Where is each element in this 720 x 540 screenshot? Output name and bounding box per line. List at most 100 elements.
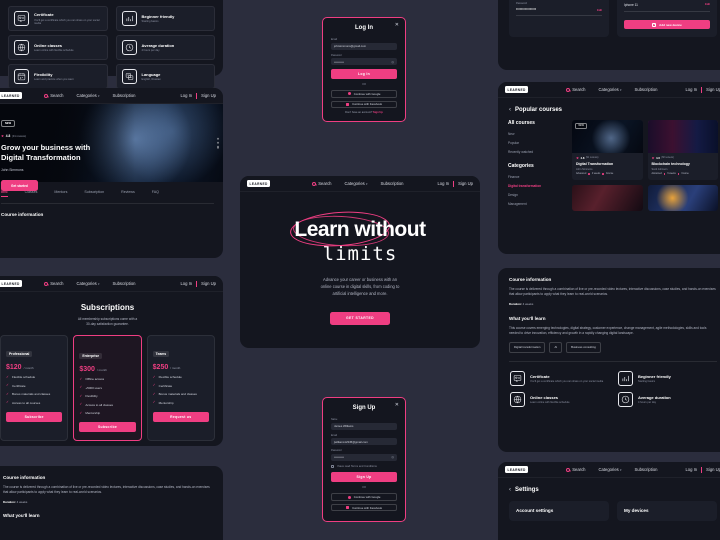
- back-chevron-icon[interactable]: ‹: [509, 487, 511, 493]
- nav-signup[interactable]: Sign Up: [458, 181, 473, 186]
- nav-signup[interactable]: Sign Up: [706, 467, 720, 472]
- check-icon: ✓: [79, 393, 83, 398]
- facebook-login-button[interactable]: Continue with Facebook: [331, 100, 397, 108]
- logo[interactable]: LEARNED: [0, 280, 23, 287]
- nav-search[interactable]: Search: [44, 281, 64, 286]
- feature-card-certificate[interactable]: Certificate You'll get a certificate whi…: [509, 370, 609, 387]
- nav-signup[interactable]: Sign Up: [201, 281, 216, 286]
- navbar: LEARNED Search Categories ▾ Subscription…: [498, 462, 720, 478]
- feature-title: Certificate: [530, 373, 550, 379]
- feature-card-beginner-friendly[interactable]: Beginner friendly Starting basics: [617, 370, 717, 387]
- sidebar-item-design[interactable]: Design: [508, 193, 564, 197]
- sidebar-item-popular[interactable]: Popular: [508, 141, 564, 145]
- tag-ai[interactable]: AI: [549, 341, 563, 353]
- feature-sub: Learn online with flexible schedule: [530, 400, 570, 404]
- nav-links: Search Categories ▾ Subscription: [44, 281, 136, 286]
- carousel-dots[interactable]: [216, 137, 219, 149]
- chevron-down-icon: ▾: [97, 282, 100, 286]
- nav-search[interactable]: Search: [44, 93, 64, 98]
- nav-subscription[interactable]: Subscription: [380, 181, 403, 186]
- course-card[interactable]: NEW 4.8 (91 reviews) Digital Transformat…: [572, 120, 643, 180]
- tag-digital-transformation[interactable]: Digital transformation: [509, 341, 546, 353]
- logo[interactable]: LEARNED: [0, 92, 23, 99]
- nav-subscription[interactable]: Subscription: [634, 87, 657, 92]
- back-chevron-icon[interactable]: ‹: [509, 107, 511, 113]
- terms-row[interactable]: I have read Terms and Conditions: [331, 465, 397, 469]
- logo[interactable]: LEARNED: [505, 86, 529, 93]
- nav-search[interactable]: Search: [566, 467, 586, 472]
- subscriptions-screen: LEARNED Search Categories ▾ Subscription…: [0, 276, 223, 446]
- subscribe-button[interactable]: Subscribe: [79, 422, 136, 433]
- sidebar-item-recently-watched[interactable]: Recently watched: [508, 150, 564, 154]
- sidebar-item-digital-transformation[interactable]: Digital transformation: [508, 184, 564, 188]
- google-login-button[interactable]: Continue with Google: [331, 90, 397, 98]
- plan-card-teams[interactable]: Teams $250/ month ✓ Flexible schedule ✓ Ce…: [146, 334, 215, 442]
- course-card[interactable]: 4.6 (68 reviews) Blockchain technology S…: [647, 120, 718, 180]
- sidebar-item-management[interactable]: Management: [508, 202, 564, 206]
- tag-business-consulting[interactable]: Business consulting: [566, 341, 601, 353]
- course-information-screen-left: Course information The course is deliver…: [0, 466, 223, 540]
- login-submit-button[interactable]: Log In: [331, 69, 397, 79]
- nav-subscription[interactable]: Subscription: [634, 467, 657, 472]
- feature-card-certificate[interactable]: Certificate You'll get a certificate whi…: [8, 6, 108, 31]
- nav-categories[interactable]: Categories ▾: [77, 93, 100, 98]
- edit-password-button[interactable]: Edit: [597, 9, 602, 12]
- course-card[interactable]: [572, 184, 643, 211]
- email-field[interactable]: jwilliams12345@gmail.com: [331, 438, 397, 445]
- password-field[interactable]: •••••••••• ◎: [331, 453, 397, 461]
- signup-submit-button[interactable]: Sign Up: [331, 472, 397, 483]
- feature-card-online-classes[interactable]: Online classes Learn online with flexibl…: [8, 35, 108, 60]
- eye-icon[interactable]: ◎: [391, 60, 394, 64]
- nav-categories[interactable]: Categories ▾: [345, 181, 368, 186]
- nav-subscription[interactable]: Subscription: [112, 93, 135, 98]
- settings-columns: Account settings My devices: [498, 501, 720, 521]
- google-signup-button[interactable]: Continue with Google: [331, 493, 397, 501]
- sidebar-item-finance[interactable]: Finance: [508, 175, 564, 179]
- close-icon[interactable]: ✕: [395, 23, 399, 28]
- nav-search[interactable]: Search: [312, 181, 332, 186]
- nav-search[interactable]: Search: [566, 87, 586, 92]
- password-value: ••••••••••: [334, 59, 344, 64]
- chevron-down-icon: ▾: [365, 182, 368, 186]
- course-card[interactable]: [647, 184, 718, 211]
- eye-icon[interactable]: ◎: [391, 455, 394, 459]
- add-new-device-button[interactable]: + Add new device: [624, 20, 710, 30]
- plan-card-enterprise[interactable]: Enterprise $300/ month ✓ Offline access ✓…: [73, 334, 142, 442]
- feature-sub: English, Russian: [141, 78, 161, 82]
- logo[interactable]: LEARNED: [505, 466, 529, 473]
- terms-checkbox[interactable]: [331, 464, 335, 469]
- nav-categories[interactable]: Categories ▾: [77, 281, 100, 286]
- logo[interactable]: LEARNED: [247, 180, 271, 187]
- email-field[interactable]: johnsimmons@gmail.com: [331, 42, 397, 50]
- edit-device-button[interactable]: Edit: [705, 3, 710, 6]
- password-field[interactable]: •••••••••• ◎: [331, 58, 397, 65]
- feature-card-online-classes[interactable]: Online classes Learn online with flexibl…: [509, 391, 609, 408]
- signup-link[interactable]: Sign Up: [373, 111, 383, 114]
- feature-card-average-duration[interactable]: Average duration 4 hours per day: [115, 35, 215, 60]
- feature-card-beginner-friendly[interactable]: Beginner friendly Starting basics: [115, 6, 215, 31]
- nav-signup[interactable]: Sign Up: [201, 93, 216, 98]
- nav-login[interactable]: Log In: [180, 93, 192, 98]
- facebook-signup-button[interactable]: Continue with Facebook: [331, 503, 397, 512]
- password-value: ••••••••••••••••: [516, 7, 537, 12]
- feature-card-language[interactable]: Language English, Russian: [115, 64, 215, 89]
- close-icon[interactable]: ✕: [395, 403, 399, 408]
- feature-card-average-duration[interactable]: Average duration 4 hours per day: [617, 391, 717, 408]
- nav-categories[interactable]: Categories ▾: [599, 87, 622, 92]
- nav-categories[interactable]: Categories ▾: [599, 467, 622, 472]
- nav-signup[interactable]: Sign Up: [706, 87, 720, 92]
- get-started-cta[interactable]: GET STARTED: [329, 311, 391, 325]
- nav-login[interactable]: Log In: [180, 281, 192, 286]
- nav-subscription[interactable]: Subscription: [112, 281, 135, 286]
- name-field[interactable]: James Williams: [331, 422, 397, 430]
- subscribe-button[interactable]: Subscribe: [6, 411, 63, 422]
- feature-card-flexibility[interactable]: Flexibility Learn and practice when you …: [8, 64, 108, 89]
- sidebar-item-new[interactable]: New: [508, 132, 564, 136]
- get-started-button[interactable]: Get started: [1, 180, 38, 192]
- search-icon: [44, 281, 49, 286]
- plan-card-professional[interactable]: Professional $120/ month ✓ Flexible sched…: [0, 334, 69, 442]
- nav-login[interactable]: Log In: [437, 181, 449, 186]
- nav-login[interactable]: Log In: [685, 467, 697, 472]
- request-button[interactable]: Request us: [152, 411, 209, 422]
- nav-login[interactable]: Log In: [685, 87, 697, 92]
